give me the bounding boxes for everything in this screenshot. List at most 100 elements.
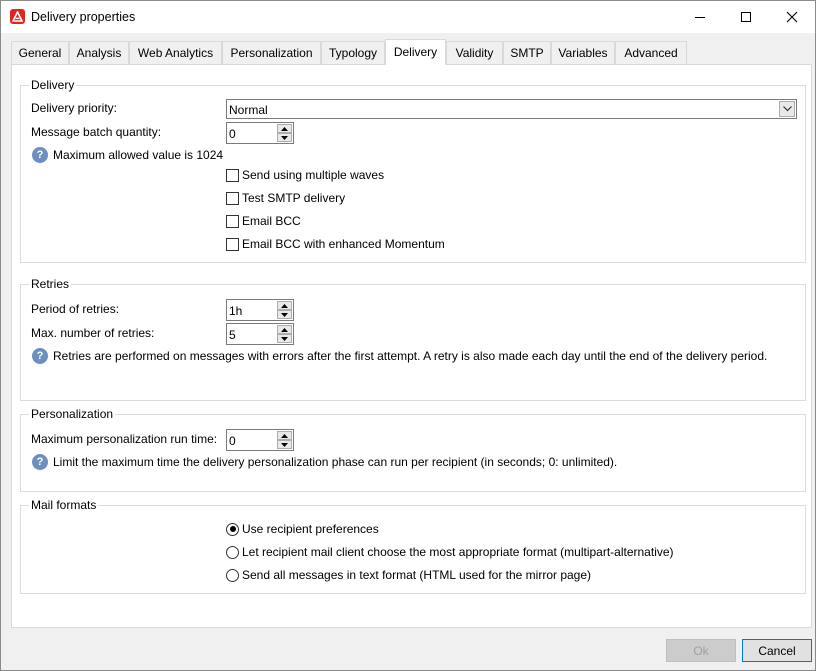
radio-recipient-preferences[interactable]: Use recipient preferences <box>226 522 379 536</box>
checkbox-test-smtp[interactable]: Test SMTP delivery <box>226 191 345 205</box>
up-arrow-icon <box>281 433 288 438</box>
up-arrow-icon <box>281 327 288 332</box>
up-arrow-icon <box>281 126 288 131</box>
up-arrow-icon <box>281 303 288 308</box>
radio-label: Send all messages in text format (HTML u… <box>242 568 592 582</box>
down-arrow-icon <box>281 135 288 140</box>
down-arrow-icon <box>281 312 288 317</box>
tab-personalization[interactable]: Personalization <box>222 41 321 64</box>
help-icon: ? <box>32 348 48 364</box>
decrement-button[interactable] <box>277 133 292 142</box>
checkbox[interactable] <box>226 214 239 228</box>
help-icon: ? <box>32 454 48 470</box>
delivery-priority-select[interactable]: Normal <box>226 99 797 119</box>
runtime-label: Maximum personalization run time: <box>31 432 218 446</box>
window-title: Delivery properties <box>31 10 136 24</box>
tab-advanced[interactable]: Advanced <box>615 41 687 64</box>
close-button[interactable] <box>769 1 815 33</box>
delivery-priority-value: Normal <box>229 103 268 117</box>
radio-button[interactable] <box>226 568 239 582</box>
group-title: Delivery <box>29 78 77 92</box>
tab-web-analytics[interactable]: Web Analytics <box>129 41 222 64</box>
tab-label: General <box>18 46 62 60</box>
decrement-button[interactable] <box>277 334 292 343</box>
tab-label: Delivery <box>393 45 438 59</box>
tab-variables[interactable]: Variables <box>551 41 615 64</box>
increment-button[interactable] <box>277 124 292 133</box>
group-title: Retries <box>29 277 72 291</box>
dropdown-button[interactable] <box>779 101 795 117</box>
max-retries-label: Max. number of retries: <box>31 326 155 340</box>
tab-smtp[interactable]: SMTP <box>503 41 551 64</box>
tab-label: Advanced <box>624 46 678 60</box>
batch-info-text: Maximum allowed value is 1024 <box>53 148 224 162</box>
checkbox[interactable] <box>226 237 239 251</box>
radio-label: Use recipient preferences <box>242 522 379 536</box>
chevron-down-icon <box>782 106 792 112</box>
minimize-icon <box>695 17 705 18</box>
delivery-priority-label: Delivery priority: <box>31 101 118 115</box>
ok-button[interactable]: Ok <box>666 639 736 662</box>
spinner-arrows <box>277 431 292 449</box>
cancel-button[interactable]: Cancel <box>742 639 812 662</box>
period-retries-stepper[interactable]: 1h <box>226 299 294 321</box>
spinner-arrows <box>277 124 292 142</box>
checkbox[interactable] <box>226 191 239 205</box>
tab-label: Variables <box>558 46 608 60</box>
tab-label: Validity <box>455 46 494 60</box>
retries-group: Retries Period of retries: 1h Max. numbe… <box>20 277 806 401</box>
cancel-label: Cancel <box>758 644 796 658</box>
period-retries-label: Period of retries: <box>31 302 120 316</box>
radio-button[interactable] <box>226 522 239 536</box>
group-title: Personalization <box>29 407 116 421</box>
decrement-button[interactable] <box>277 440 292 449</box>
runtime-stepper[interactable]: 0 <box>226 429 294 451</box>
ok-label: Ok <box>693 644 709 658</box>
group-title: Mail formats <box>29 498 99 512</box>
runtime-value: 0 <box>229 434 236 448</box>
checkbox-email-bcc[interactable]: Email BCC <box>226 214 301 228</box>
tab-general[interactable]: General <box>11 41 69 64</box>
app-logo-icon <box>10 9 25 24</box>
close-icon <box>786 11 798 23</box>
delivery-group: Delivery Delivery priority: Normal Messa… <box>20 78 806 263</box>
help-icon: ? <box>32 147 48 163</box>
increment-button[interactable] <box>277 325 292 334</box>
radio-text-format[interactable]: Send all messages in text format (HTML u… <box>226 568 591 582</box>
increment-button[interactable] <box>277 431 292 440</box>
checkbox-label: Email BCC with enhanced Momentum <box>242 237 445 251</box>
radio-label: Let recipient mail client choose the mos… <box>242 545 674 559</box>
increment-button[interactable] <box>277 301 292 310</box>
down-arrow-icon <box>281 442 288 447</box>
decrement-button[interactable] <box>277 310 292 319</box>
checkbox-label: Test SMTP delivery <box>242 191 346 205</box>
personalization-group: Personalization Maximum personalization … <box>20 407 806 492</box>
maximize-button[interactable] <box>723 1 769 33</box>
radio-multipart-alternative[interactable]: Let recipient mail client choose the mos… <box>226 545 674 559</box>
tab-label: Web Analytics <box>137 46 214 60</box>
radio-button[interactable] <box>226 545 239 559</box>
tab-analysis[interactable]: Analysis <box>69 41 129 64</box>
tab-delivery[interactable]: Delivery <box>385 39 446 65</box>
tab-label: Analysis <box>76 46 122 60</box>
tab-panel-delivery: Delivery Delivery priority: Normal Messa… <box>11 64 812 628</box>
batch-quantity-stepper[interactable]: 0 <box>226 122 294 144</box>
batch-quantity-label: Message batch quantity: <box>31 125 162 139</box>
max-retries-stepper[interactable]: 5 <box>226 323 294 345</box>
tab-validity[interactable]: Validity <box>446 41 503 64</box>
checkbox-label: Email BCC <box>242 214 301 228</box>
tab-label: SMTP <box>510 46 544 60</box>
tab-typology[interactable]: Typology <box>321 41 385 64</box>
checkbox-multiple-waves[interactable]: Send using multiple waves <box>226 168 384 182</box>
tab-label: Typology <box>328 46 378 60</box>
checkbox-label: Send using multiple waves <box>242 168 385 182</box>
down-arrow-icon <box>281 336 288 341</box>
minimize-button[interactable] <box>677 1 723 33</box>
runtime-info-text: Limit the maximum time the delivery pers… <box>53 455 618 469</box>
batch-quantity-value: 0 <box>229 127 236 141</box>
checkbox-email-bcc-momentum[interactable]: Email BCC with enhanced Momentum <box>226 237 445 251</box>
retries-info-text: Retries are performed on messages with e… <box>53 349 768 363</box>
title-bar[interactable]: Delivery properties <box>1 1 815 33</box>
maximize-icon <box>741 12 751 22</box>
checkbox[interactable] <box>226 168 239 182</box>
